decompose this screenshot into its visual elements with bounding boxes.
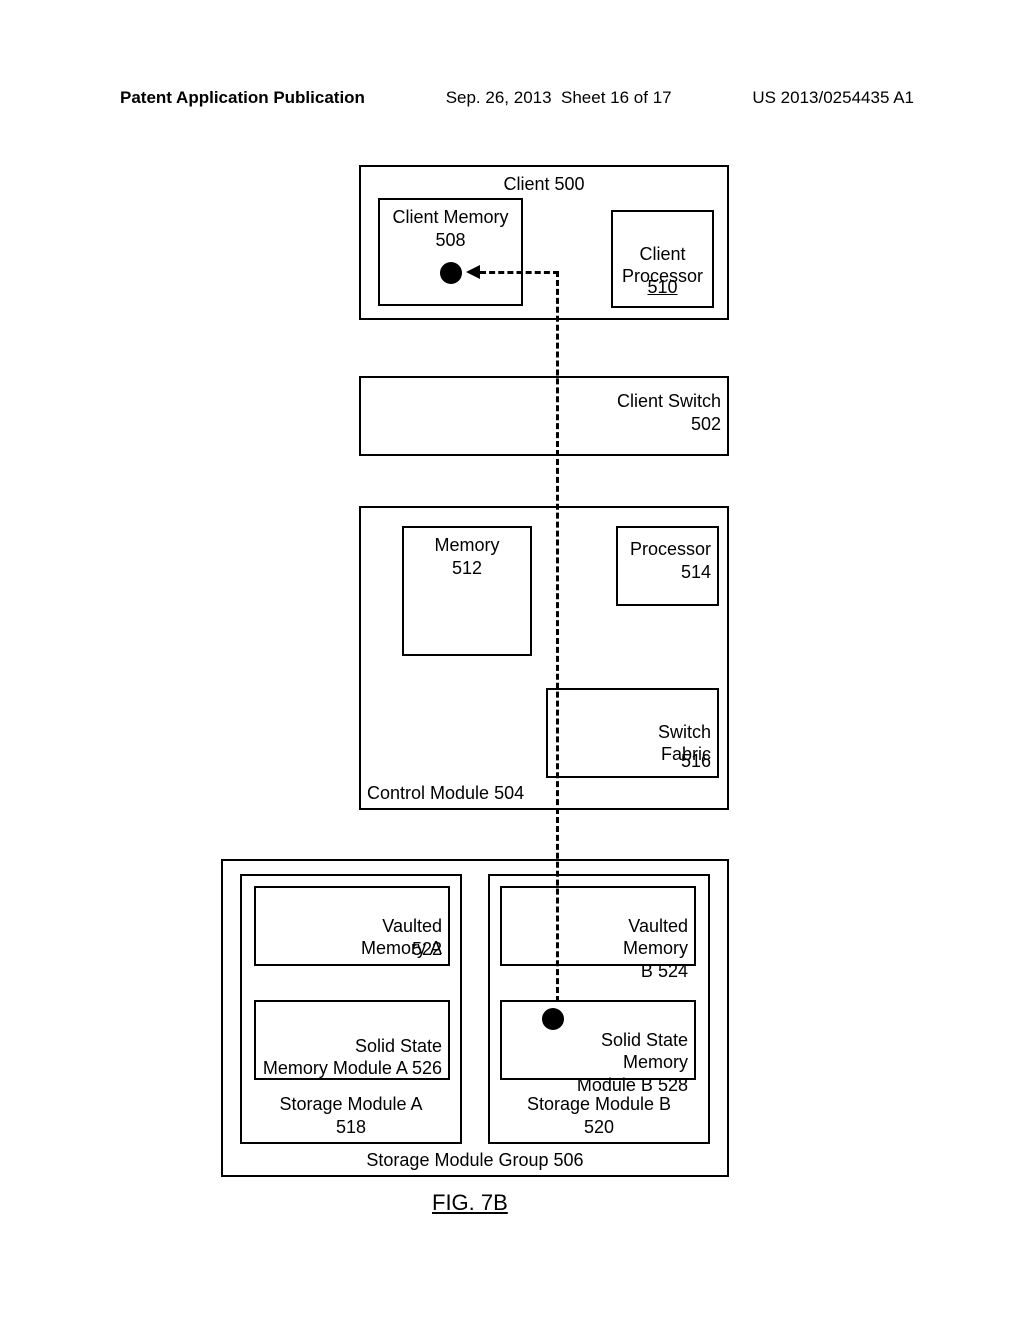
vaulted-b-box: Vaulted Memory B 524 bbox=[500, 886, 696, 966]
cm-processor-label: Processor514 bbox=[630, 538, 711, 583]
data-dot-client bbox=[440, 262, 462, 284]
data-dot-ssmb bbox=[542, 1008, 564, 1030]
path-arrow bbox=[466, 265, 480, 279]
ssm-b-label: Solid State Memory Module B 528 bbox=[577, 1006, 688, 1096]
client-memory-box: Client Memory508 bbox=[378, 198, 523, 306]
figure-diagram: Client 500 Client Memory508 Client Proce… bbox=[0, 0, 1024, 1320]
switch-fabric-ref: 516 bbox=[681, 750, 711, 773]
ssm-b-box: Solid State Memory Module B 528 bbox=[500, 1000, 696, 1080]
control-module-label: Control Module 504 bbox=[367, 782, 524, 805]
vaulted-b-label: Vaulted Memory B 524 bbox=[623, 892, 688, 982]
storage-group-label: Storage Module Group 506 bbox=[223, 1149, 727, 1172]
path-vseg-1 bbox=[556, 271, 559, 1002]
client-switch-label: Client Switch502 bbox=[617, 390, 721, 435]
storage-a-label: Storage Module A518 bbox=[242, 1093, 460, 1138]
client-processor-box: Client Processor 510 bbox=[611, 210, 714, 308]
cm-processor-box: Processor514 bbox=[616, 526, 719, 606]
switch-fabric-box: Switch Fabric 516 bbox=[546, 688, 719, 778]
ssm-a-label: Solid State Memory Module A 526 bbox=[263, 1012, 442, 1080]
cm-memory-label: Memory512 bbox=[404, 534, 530, 579]
vaulted-a-ref: 522 bbox=[412, 938, 442, 961]
cm-memory-box: Memory512 bbox=[402, 526, 532, 656]
client-switch-box: Client Switch502 bbox=[359, 376, 729, 456]
figure-caption: FIG. 7B bbox=[432, 1190, 508, 1216]
path-hseg-1 bbox=[480, 271, 559, 274]
ssm-a-box: Solid State Memory Module A 526 bbox=[254, 1000, 450, 1080]
vaulted-a-box: Vaulted Memory A 522 bbox=[254, 886, 450, 966]
client-processor-ref: 510 bbox=[613, 276, 712, 299]
client-memory-label: Client Memory508 bbox=[380, 206, 521, 251]
client-title: Client 500 bbox=[361, 173, 727, 196]
storage-b-label: Storage Module B520 bbox=[490, 1093, 708, 1138]
